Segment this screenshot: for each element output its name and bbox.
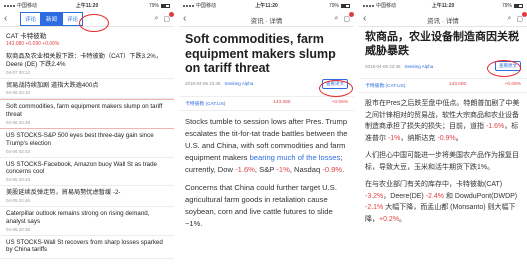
news-date: 04-05 20:39 [6,226,31,232]
news-title: Soft commodities, farm equipment makers … [6,103,163,119]
battery-percent: 79% [501,2,512,9]
ticker-price: 143.080 [273,99,291,105]
article-paragraph: 人们担心中国可能进一步将美国农产品作为报复目标，导致大豆，玉米和活牛期货下跌1%… [365,152,519,171]
ticker-name: 卡特彼勒 (CAT.US) [185,101,226,107]
status-bar: 中国移动 上午11:20 79% [179,0,354,11]
annotation-circle-news-tab [79,14,109,32]
list-item[interactable]: Soft commodities, farm equipment makers … [0,99,174,129]
search-icon[interactable]: ⌕ [507,15,511,23]
article-body: Stocks tumble to session lows after Pres… [179,111,354,241]
news-title: 软商品及农业相关股下跌：卡特彼勒（CAT）下跌3.2%，Deere (DE) 下… [6,53,162,68]
stock-quote: 143.080 +0.090 +0.06% [6,41,60,47]
battery-percent: 79% [329,2,340,9]
article-source[interactable]: Seeking Alpha [225,81,254,86]
news-title: US STOCKS-Wall St recovers from sharp lo… [6,238,163,254]
notification-badge [349,11,354,17]
article-source[interactable]: Seeking Alpha [405,64,434,69]
back-icon[interactable]: ‹ [183,11,193,27]
page-title: 资讯 · 详情 [250,18,283,25]
article-date: 2018-04-06 23:48 [185,81,221,86]
article-paragraph: Concerns that China could further target… [185,182,337,228]
tab-news[interactable]: 新闻 [41,11,63,26]
article-headline: 软商品，农业设备制造商因关税威胁暴跌 [365,31,519,57]
status-time: 上午11:20 [431,3,455,9]
article-headline: Soft commodities, farm equipment makers … [185,32,336,75]
status-bar: 中国移动 上午11:20 79% [0,0,174,11]
list-item[interactable]: 美股延续反弹走势，貿易局勢忧虑暂缓 -2- 04-05 22:46 [0,186,174,207]
news-title: Caterpillar outlook remains strong on ri… [6,209,150,225]
status-bar: 中国移动 上午11:20 79% [359,0,527,11]
carrier-label: 中国移动 [196,3,217,9]
tab-comments[interactable]: 评论 [20,11,42,26]
ticker-name: 卡特彼勒 (CAT.US) [365,84,406,89]
message-icon[interactable]: ▢ [163,11,174,23]
phone-article-english: 中国移动 上午11:20 79% ‹ 资讯 · 详情 ⌕ ▢ Soft comm… [179,0,354,269]
news-date: 04-06 02:43 [6,148,31,154]
list-item[interactable]: Caterpillar outlook remains strong on ri… [0,207,174,236]
status-time: 上午11:20 [255,3,278,9]
ticker-change: +0.06% [504,82,521,87]
stock-title: CAT 卡特彼勒 [6,33,47,40]
related-ticker[interactable]: 卡特彼勒 (CAT.US) 143.080 +0.06% [179,95,354,111]
carrier-label: 中国移动 [17,3,38,9]
ticker-change: +0.06% [331,99,348,105]
article-paragraph: Stocks tumble to session lows after Pres… [185,116,348,174]
news-date: 04-05 23:43 [6,177,31,183]
news-title: US STOCKS-S&P 500 eyes best three-day ga… [6,131,154,147]
tab-group: 评论 新闻 评论 [20,11,84,26]
news-date: 04-06 23:48 [6,119,31,125]
carrier-label: 中国移动 [376,3,397,9]
annotation-circle-original [487,60,521,77]
list-item[interactable]: 贸易战持续加剧 道指大跌逾400点 04-06 23:10 [0,79,174,100]
article-paragraph: 股市在Pres之后跌至盘中低点。特朗普加剧了中美之间针锋相对的贸易战，软性大宗商… [365,100,520,142]
page-title: 资讯 · 详情 [427,18,459,25]
battery-icon [341,3,351,8]
top-nav: ‹ 资讯 · 详情 ⌕ ▢ [179,11,354,27]
search-icon[interactable]: ⌕ [154,15,158,23]
battery-icon [160,3,170,8]
article-body: 股市在Pres之后跌至盘中低点。特朗普加剧了中美之间针锋相对的贸易战，软性大宗商… [359,93,527,236]
back-icon[interactable]: ‹ [4,11,14,27]
list-item[interactable]: 软商品及农业相关股下跌：卡特彼勒（CAT）下跌3.2%，Deere (DE) 下… [0,50,174,79]
battery-icon [513,3,523,8]
list-item[interactable]: US STOCKS-S&P 500 eyes best three-day ga… [0,129,174,158]
signal-icon [183,4,194,7]
news-date: 04-06 23:10 [6,90,31,96]
news-title: US STOCKS-Facebook, Amazon buoy Wall St … [6,160,157,176]
phone-article-chinese: 中国移动 上午11:20 79% ‹ 资讯 · 详情 ⌕ ▢ 软商品，农业设备制… [359,0,527,269]
article-paragraph: 在与农业部门有关的库存中，卡特彼勒(CAT) -3.2%，Deere(DE) -… [365,181,518,223]
annotation-circle-translate [319,80,353,97]
related-ticker[interactable]: 卡特彼勒 (CAT.US) 143.080 +0.06% [359,78,527,93]
news-title: 美股延续反弹走势，貿易局勢忧虑暂缓 -2- [6,189,121,197]
ticker-price: 143.080 [448,82,467,87]
top-nav: ‹ 资讯 · 详情 ⌕ ▢ [359,11,527,27]
notification-badge [522,11,527,17]
message-icon[interactable]: ▢ [343,11,354,23]
news-list: 软商品及农业相关股下跌：卡特彼勒（CAT）下跌3.2%，Deere (DE) 下… [0,50,174,260]
search-icon[interactable]: ⌕ [334,15,338,23]
phone-news-list: 中国移动 上午11:20 79% ‹ 评论 新闻 评论 ⌕ ▢ CAT 卡特彼勒… [0,0,174,269]
inline-link[interactable]: bearing much of the losses [250,153,341,162]
signal-icon [4,4,15,7]
news-date: 04-05 22:46 [6,197,31,203]
news-title: 贸易战持续加剧 道指大跌逾400点 [6,81,99,89]
list-item[interactable]: US STOCKS-Facebook, Amazon buoy Wall St … [0,158,174,187]
signal-icon [363,4,374,7]
message-icon[interactable]: ▢ [516,11,527,23]
status-time: 上午11:20 [75,3,99,9]
list-item[interactable]: US STOCKS-Wall St recovers from sharp lo… [0,236,174,260]
back-icon[interactable]: ‹ [363,11,373,27]
notification-badge [169,11,174,17]
article-date: 2018-04-06 23:48 [365,63,401,69]
news-date: 04-07 00:12 [6,69,31,75]
battery-percent: 79% [148,2,159,9]
